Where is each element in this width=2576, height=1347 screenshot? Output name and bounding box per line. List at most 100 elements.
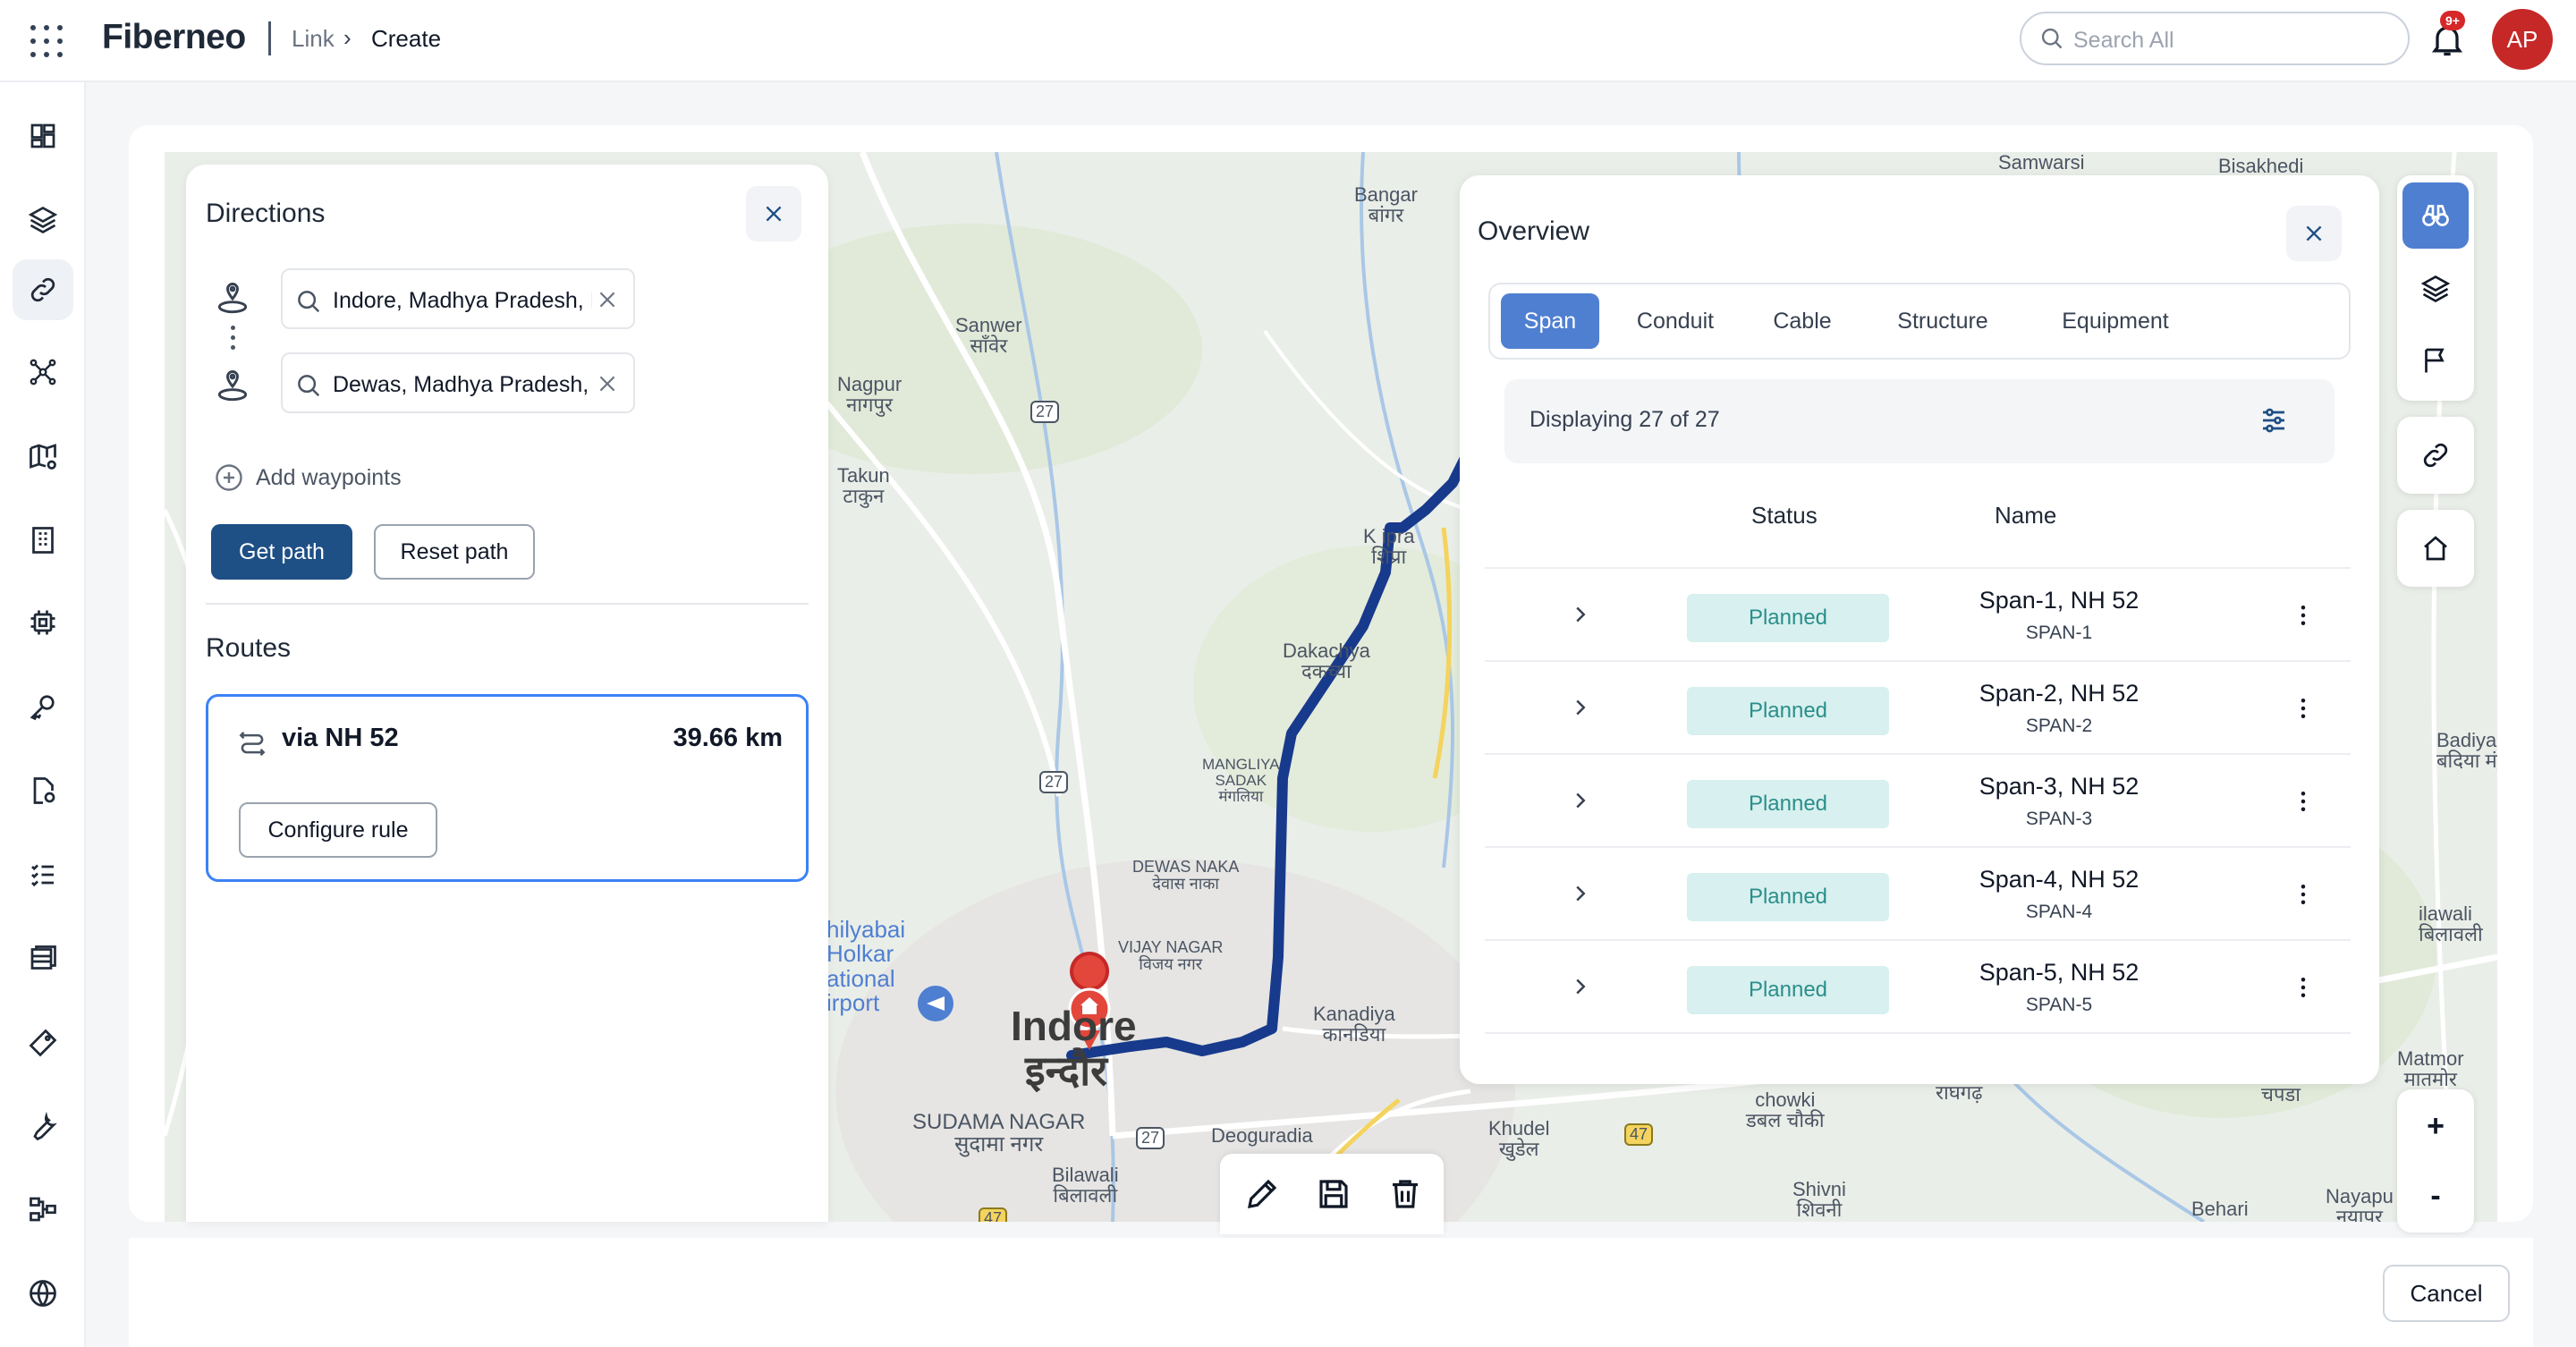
sidebar-item-network[interactable] [13,342,73,402]
zoom-in-button[interactable]: + [2402,1093,2469,1159]
cancel-button[interactable]: Cancel [2383,1265,2510,1322]
explore-button[interactable] [2402,182,2469,249]
layers-icon [2420,275,2451,303]
route-distance: 39.66 km [673,724,783,752]
add-waypoints-button[interactable]: Add waypoints [213,462,402,494]
get-path-button[interactable]: Get path [211,524,352,580]
link-tool-button[interactable] [2402,422,2469,488]
search-input[interactable]: Search All [2020,12,2410,65]
map-label-khudel: Khudel खुडेल [1488,1117,1550,1161]
table-row[interactable]: Planned Span-3, NH 52 SPAN-3 [1485,753,2351,846]
map-label-nayapura: Nayapu नयापुर [2326,1185,2394,1222]
origin-input[interactable]: Indore, Madhya Pradesh, India [281,268,635,329]
sidebar-item-global[interactable] [13,1263,73,1324]
sidebar-item-access[interactable] [13,676,73,737]
close-overview-button[interactable] [2286,206,2342,261]
road-shield-27-b: 27 [1039,771,1069,793]
chevron-right-icon[interactable] [1567,973,1594,1000]
search-placeholder: Search All [2073,28,2174,53]
close-directions-button[interactable] [746,186,801,241]
clear-destination-icon[interactable] [596,372,619,395]
directions-divider [206,603,809,605]
map-label-sudama-nagar: SUDAMA NAGAR सुदामा नगर [912,1110,1086,1157]
sidebar-item-inventory[interactable] [13,928,73,989]
sidebar-item-buildings[interactable] [13,510,73,571]
zoom-out-button[interactable]: - [2402,1163,2469,1229]
app-logo[interactable]: Fiberneo [102,18,246,57]
delete-trash-icon[interactable] [1386,1175,1424,1213]
map-label-chapda: चपडा [2261,1083,2301,1106]
layers-button[interactable] [2402,256,2469,322]
sidebar-item-documents[interactable] [13,760,73,821]
results-count: Displaying 27 of 27 [1530,407,1720,432]
sidebar-item-tasks[interactable] [13,844,73,905]
sidebar-item-link[interactable] [13,259,73,320]
tab-cable[interactable]: Cable [1750,293,1855,349]
save-icon[interactable] [1315,1175,1352,1213]
status-badge: Planned [1687,687,1889,735]
tab-conduit[interactable]: Conduit [1610,293,1741,349]
road-shield-47-a: 47 [1624,1123,1654,1146]
more-options-icon[interactable] [2290,880,2317,909]
inventory-icon [30,945,56,970]
sidebar-item-hierarchy[interactable] [13,1179,73,1240]
overview-tabs: Span Conduit Cable Structure Equipment [1488,283,2351,360]
map-tool-group-home [2397,510,2474,587]
home-view-button[interactable] [2402,515,2469,581]
column-name[interactable]: Name [1995,502,2056,529]
sidebar-item-maintenance[interactable] [13,1097,73,1157]
hierarchy-icon [30,1197,56,1222]
map-label-matmor: Matmor मातमोर [2397,1047,2464,1091]
more-options-icon[interactable] [2290,601,2317,630]
chevron-right-icon[interactable] [1567,880,1594,907]
reset-path-button[interactable]: Reset path [374,524,535,580]
span-code: SPAN-1 [2025,623,2093,643]
table-row[interactable]: Planned Span-1, NH 52 SPAN-1 [1485,567,2351,660]
map-label-dewas-naka: DEWAS NAKA देवास नाका [1132,858,1240,893]
top-header: Fiberneo Link › Create Search All 9+ AP [0,0,2576,82]
chevron-right-icon[interactable] [1567,601,1594,628]
sidebar-item-dashboard[interactable] [13,106,73,166]
add-waypoints-label: Add waypoints [256,464,402,490]
more-options-icon[interactable] [2290,787,2317,816]
chevron-right-icon[interactable] [1567,787,1594,814]
footer-bar [129,1238,2533,1347]
globe-icon [30,1280,56,1307]
breadcrumb-link[interactable]: Link [292,25,335,53]
tab-equipment[interactable]: Equipment [2030,293,2200,349]
tab-structure[interactable]: Structure [1864,293,2021,349]
sidebar [0,82,86,1347]
layers-icon [28,206,58,234]
status-badge: Planned [1687,780,1889,828]
route-card[interactable]: via NH 52 39.66 km Configure rule [206,694,809,882]
waypoint-connector [231,326,235,350]
sidebar-item-layers[interactable] [13,190,73,250]
edit-pencil-icon[interactable] [1243,1175,1281,1213]
table-row[interactable]: Planned Span-4, NH 52 SPAN-4 [1485,846,2351,939]
sidebar-item-map-settings[interactable] [13,426,73,487]
filter-settings-icon[interactable] [2258,404,2290,436]
chevron-right-icon[interactable] [1567,694,1594,721]
more-options-icon[interactable] [2290,694,2317,723]
search-icon [2041,28,2063,49]
close-icon [766,206,782,222]
sidebar-item-tags[interactable] [13,1012,73,1073]
sidebar-item-devices[interactable] [13,592,73,653]
table-row[interactable]: Planned Span-2, NH 52 SPAN-2 [1485,660,2351,753]
app-launcher-icon[interactable] [25,20,64,59]
destination-input[interactable]: Dewas, Madhya Pradesh, India [281,352,635,413]
column-status[interactable]: Status [1751,502,1818,529]
tab-span[interactable]: Span [1501,293,1599,349]
map-label-kshipra: K ipra शिप्रा [1363,525,1415,569]
map-label-indore: Indore [1011,1003,1137,1049]
clear-origin-icon[interactable] [596,288,619,311]
home-icon [2424,536,2447,561]
flag-button[interactable] [2402,327,2469,394]
tag-icon [29,1029,57,1057]
user-avatar[interactable]: AP [2492,9,2553,70]
checklist-icon [31,864,54,887]
configure-rule-button[interactable]: Configure rule [239,802,437,858]
more-options-icon[interactable] [2290,973,2317,1002]
table-row[interactable]: Planned Span-5, NH 52 SPAN-5 [1485,939,2351,1032]
map-label-bilawali: Bilawali बिलावली [1052,1164,1119,1207]
